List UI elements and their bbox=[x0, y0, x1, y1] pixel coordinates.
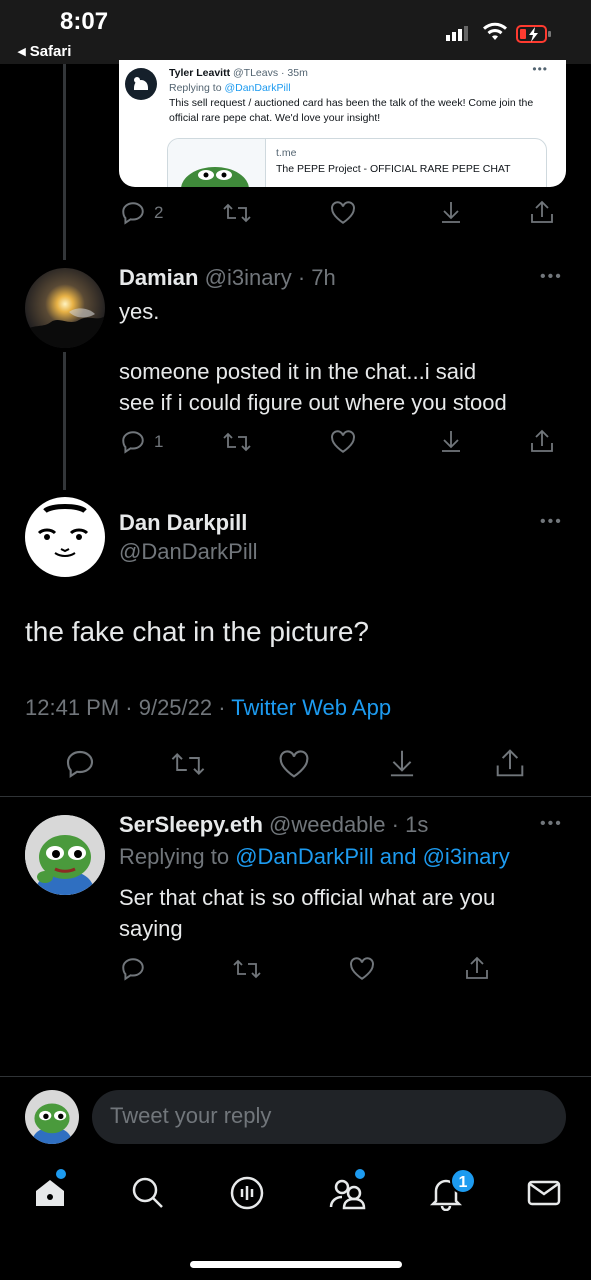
more-options-icon[interactable]: ••• bbox=[540, 815, 563, 833]
share-button[interactable] bbox=[529, 428, 555, 454]
status-time: 8:07 bbox=[60, 8, 109, 35]
bookmark-button[interactable] bbox=[439, 428, 463, 454]
battery-low-icon bbox=[516, 24, 552, 44]
heart-icon bbox=[331, 201, 355, 224]
reply-icon bbox=[122, 958, 144, 981]
share-icon bbox=[531, 200, 553, 223]
main-tweet-text: the fake chat in the picture? bbox=[25, 616, 369, 647]
reply-button[interactable] bbox=[120, 956, 146, 982]
replying-prefix: Replying to bbox=[119, 844, 236, 869]
retweet-button[interactable] bbox=[170, 749, 206, 779]
divider bbox=[0, 1076, 591, 1077]
bookmark-button[interactable] bbox=[387, 747, 417, 779]
share-icon bbox=[531, 429, 553, 452]
reply-button[interactable]: 1 bbox=[120, 429, 163, 455]
tab-messages[interactable] bbox=[526, 1175, 562, 1211]
tab-communities[interactable] bbox=[328, 1169, 366, 1211]
reply-tweet-line2: saying bbox=[119, 916, 183, 941]
sersleepy-avatar[interactable] bbox=[25, 815, 105, 895]
search-icon bbox=[132, 1177, 163, 1208]
card-link-domain: t.me bbox=[276, 147, 297, 159]
home-indicator bbox=[190, 1261, 402, 1268]
share-button[interactable] bbox=[529, 199, 555, 225]
card-link-title: The PEPE Project - OFFICIAL RARE PEPE CH… bbox=[276, 163, 511, 175]
sersleepy-name[interactable]: SerSleepy.eth bbox=[119, 812, 263, 837]
back-to-safari-link[interactable]: ◂ Safari bbox=[18, 42, 71, 60]
card-replying-handle: @DanDarkPill bbox=[224, 82, 291, 94]
retweet-icon bbox=[223, 203, 251, 223]
more-options-icon[interactable]: ••• bbox=[540, 513, 563, 531]
more-options-icon[interactable]: ••• bbox=[540, 268, 563, 286]
tyler-avatar bbox=[125, 68, 157, 100]
notification-badge: 1 bbox=[450, 1168, 476, 1194]
my-avatar[interactable] bbox=[25, 1090, 79, 1144]
tab-notifications[interactable]: 1 bbox=[428, 1168, 476, 1211]
reply-tweet-line1: Ser that chat is so official what are yo… bbox=[119, 885, 496, 910]
thread-connector-line bbox=[63, 352, 66, 490]
home-unread-dot bbox=[56, 1169, 66, 1179]
reply-count: 1 bbox=[154, 432, 164, 451]
divider bbox=[0, 796, 591, 797]
retweet-icon bbox=[233, 959, 261, 979]
retweet-icon bbox=[171, 753, 205, 775]
download-icon bbox=[390, 750, 414, 777]
heart-icon bbox=[350, 957, 374, 980]
thread-connector-line bbox=[63, 64, 66, 260]
tweet-timestamp: 12:41 PM · 9/25/22 · bbox=[25, 695, 232, 720]
card-text: This sell request / auctioned card has b… bbox=[169, 97, 534, 124]
communities-unread-dot bbox=[355, 1169, 365, 1179]
tab-spaces[interactable] bbox=[229, 1175, 265, 1211]
damian-tweet-line3: see if i could figure out where you stoo… bbox=[119, 390, 507, 415]
damian-handle-time: @i3inary · 7h bbox=[204, 265, 336, 290]
reply-count: 2 bbox=[154, 203, 164, 222]
reply-icon bbox=[122, 431, 144, 454]
share-button[interactable] bbox=[494, 747, 526, 779]
wifi-icon bbox=[482, 22, 508, 42]
retweet-icon bbox=[223, 432, 251, 452]
tab-search[interactable] bbox=[130, 1175, 166, 1211]
card-author-handle: @TLeavs · 35m bbox=[233, 67, 308, 79]
damian-avatar[interactable] bbox=[25, 268, 105, 348]
reply-icon bbox=[122, 202, 144, 225]
share-button[interactable] bbox=[464, 955, 490, 981]
retweet-button[interactable] bbox=[232, 956, 262, 982]
damian-name[interactable]: Damian bbox=[119, 265, 198, 290]
like-button[interactable] bbox=[349, 957, 375, 981]
heart-icon bbox=[279, 750, 309, 778]
tweet-source-link[interactable]: Twitter Web App bbox=[231, 695, 391, 720]
like-button[interactable] bbox=[330, 430, 356, 454]
reply-button[interactable] bbox=[64, 748, 96, 780]
cellular-signal-icon bbox=[446, 25, 470, 41]
retweet-button[interactable] bbox=[222, 429, 252, 455]
dan-handle[interactable]: @DanDarkPill bbox=[119, 539, 257, 565]
spaces-icon bbox=[230, 1176, 264, 1210]
card-author-name: Tyler Leavitt bbox=[169, 67, 231, 79]
bookmark-button[interactable] bbox=[439, 199, 463, 225]
reply-button[interactable]: 2 bbox=[120, 200, 163, 226]
tab-home[interactable] bbox=[32, 1169, 68, 1211]
download-icon bbox=[442, 431, 460, 452]
tweet-reply-input[interactable]: Tweet your reply bbox=[92, 1090, 566, 1144]
share-icon bbox=[466, 956, 488, 979]
card-link-preview: t.me The PEPE Project - OFFICIAL RARE PE… bbox=[167, 138, 547, 187]
download-icon bbox=[442, 202, 460, 223]
like-button[interactable] bbox=[330, 201, 356, 225]
communities-icon bbox=[329, 1179, 366, 1210]
share-icon bbox=[496, 749, 524, 777]
card-replying-prefix: Replying to bbox=[169, 82, 225, 94]
dan-darkpill-avatar[interactable] bbox=[25, 497, 105, 577]
retweet-button[interactable] bbox=[222, 200, 252, 226]
dan-name[interactable]: Dan Darkpill bbox=[119, 510, 247, 536]
replying-to-handles[interactable]: @DanDarkPill and @i3inary bbox=[235, 844, 510, 869]
messages-icon bbox=[527, 1180, 561, 1206]
pepe-preview-image bbox=[168, 139, 266, 187]
damian-tweet-line2: someone posted it in the chat...i said bbox=[119, 359, 477, 384]
sersleepy-handle-time: @weedable · 1s bbox=[269, 812, 429, 837]
damian-tweet-line1: yes. bbox=[119, 299, 160, 324]
tweet-screenshot-image[interactable]: ••• Tyler Leavitt @TLeavs · 35m Replying… bbox=[119, 60, 566, 187]
reply-icon bbox=[66, 750, 94, 778]
home-icon bbox=[36, 1180, 64, 1206]
heart-icon bbox=[331, 430, 355, 453]
like-button[interactable] bbox=[278, 750, 310, 779]
